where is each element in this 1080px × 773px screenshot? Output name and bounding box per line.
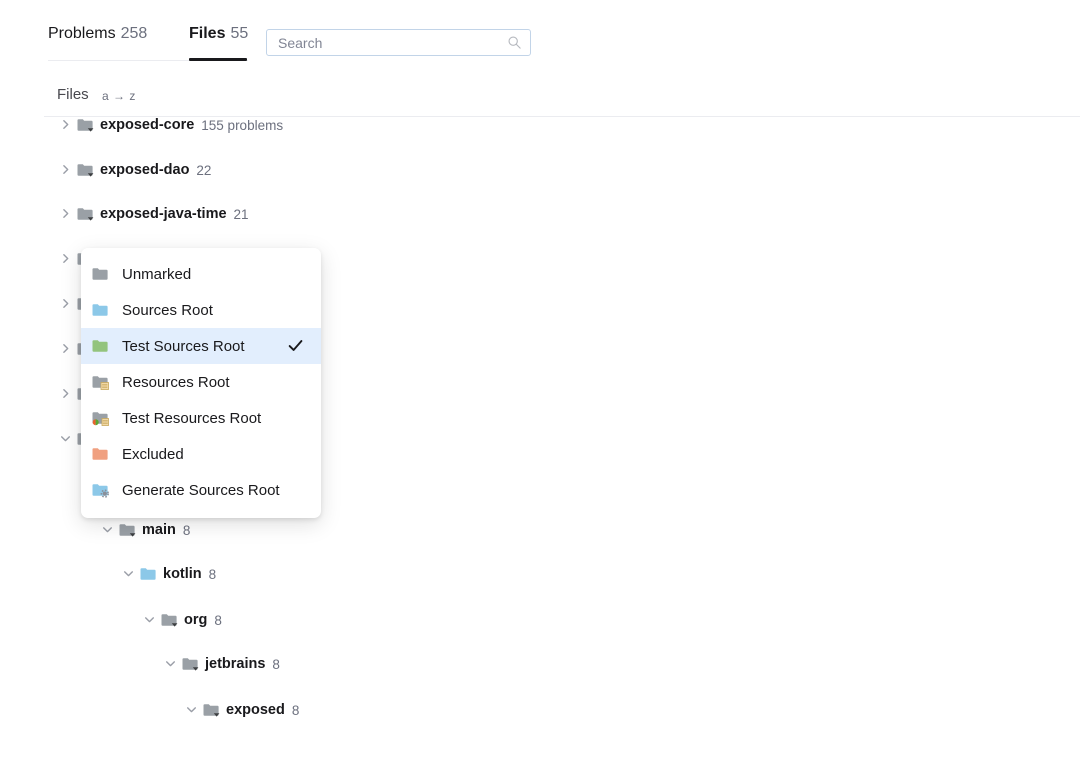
- tree-row-label: kotlin: [163, 566, 202, 582]
- search-icon: [507, 35, 522, 50]
- tree-row-count: 8: [209, 567, 217, 582]
- chevron-down-icon[interactable]: [101, 523, 114, 536]
- mark-directory-as-menu[interactable]: Unmarked Sources Root Test Sources Root Res…: [81, 248, 321, 518]
- menu-item-unmarked[interactable]: Unmarked: [81, 256, 321, 292]
- chevron-right-icon[interactable]: [59, 342, 72, 355]
- menu-item-label: Resources Root: [122, 374, 230, 391]
- check-icon: [287, 337, 304, 354]
- tree-row-label: jetbrains: [205, 656, 265, 672]
- tree-row[interactable]: main 8: [0, 515, 1080, 545]
- tab-files-label: Files: [189, 25, 225, 42]
- tree-row[interactable]: org 8: [0, 605, 1080, 635]
- tree-row-count: 8: [183, 523, 191, 538]
- test-sources-root-folder-icon: [91, 338, 111, 354]
- tree-row-label: org: [184, 612, 207, 628]
- module-folder-icon[interactable]: [76, 117, 95, 133]
- tree-row[interactable]: exposed 8: [0, 695, 1080, 725]
- test-resources-root-folder-icon: [91, 410, 111, 426]
- unmarked-folder-icon: [91, 266, 111, 282]
- module-folder-icon[interactable]: [202, 702, 221, 718]
- chevron-right-icon[interactable]: [59, 252, 72, 265]
- chevron-right-icon[interactable]: [59, 387, 72, 400]
- chevron-right-icon[interactable]: [59, 297, 72, 310]
- chevron-down-icon[interactable]: [164, 657, 177, 670]
- tab-problems-label: Problems: [48, 25, 116, 42]
- chevron-down-icon[interactable]: [185, 703, 198, 716]
- tree-row[interactable]: exposed-java-time 21: [0, 199, 1080, 229]
- module-folder-icon[interactable]: [76, 162, 95, 178]
- generate-sources-root-folder-icon: [91, 482, 111, 498]
- tree-row[interactable]: kotlin 8: [0, 559, 1080, 589]
- tab-bar: Problems 258 Files 55: [0, 0, 1080, 62]
- tree-row[interactable]: exposed-dao 22: [0, 155, 1080, 185]
- menu-item-label: Excluded: [122, 446, 184, 463]
- chevron-down-icon[interactable]: [59, 432, 72, 445]
- tab-problems[interactable]: Problems 258: [48, 24, 147, 44]
- chevron-right-icon[interactable]: [59, 118, 72, 131]
- tree-row-count: 155 problems: [201, 118, 283, 133]
- tab-files-count: 55: [230, 25, 248, 42]
- menu-item-label: Test Resources Root: [122, 410, 261, 427]
- tree-row-label: exposed-java-time: [100, 206, 227, 222]
- tree-row[interactable]: exposed-core 155 problems: [0, 110, 1080, 140]
- tree-row-label: exposed-dao: [100, 162, 189, 178]
- search-box[interactable]: [266, 29, 531, 56]
- tab-problems-count: 258: [121, 25, 148, 42]
- menu-item-label: Sources Root: [122, 302, 213, 319]
- menu-item-generate-sources-root[interactable]: Generate Sources Root: [81, 472, 321, 508]
- sources-folder-icon[interactable]: [139, 566, 158, 582]
- menu-item-label: Unmarked: [122, 266, 191, 283]
- menu-item-test-resources-root[interactable]: Test Resources Root: [81, 400, 321, 436]
- menu-item-test-sources-root[interactable]: Test Sources Root: [81, 328, 321, 364]
- chevron-right-icon[interactable]: [59, 163, 72, 176]
- menu-item-sources-root[interactable]: Sources Root: [81, 292, 321, 328]
- chevron-down-icon[interactable]: [143, 613, 156, 626]
- search-input[interactable]: [278, 30, 503, 55]
- sources-root-folder-icon: [91, 302, 111, 318]
- tree-row-count: 21: [234, 207, 249, 222]
- module-folder-icon[interactable]: [118, 522, 137, 538]
- chevron-down-icon[interactable]: [122, 567, 135, 580]
- sort-header-title: Files: [57, 86, 89, 103]
- module-folder-icon[interactable]: [181, 656, 200, 672]
- tree-row-label: main: [142, 522, 176, 538]
- module-folder-icon[interactable]: [76, 206, 95, 222]
- sort-order-label: a → z: [102, 89, 136, 103]
- tree-row-count: 8: [292, 703, 300, 718]
- tree-row-count: 22: [196, 163, 211, 178]
- menu-item-resources-root[interactable]: Resources Root: [81, 364, 321, 400]
- module-folder-icon[interactable]: [160, 612, 179, 628]
- excluded-folder-icon: [91, 446, 111, 462]
- files-panel: Problems 258 Files 55 Files a → z exposed-…: [0, 0, 1080, 773]
- tree-row-count: 8: [272, 657, 280, 672]
- tree-row-count: 8: [214, 613, 222, 628]
- tree-row-label: exposed-core: [100, 117, 194, 133]
- menu-item-label: Test Sources Root: [122, 338, 245, 355]
- tree-row-label: exposed: [226, 702, 285, 718]
- tab-files[interactable]: Files 55: [189, 24, 248, 44]
- resources-root-folder-icon: [91, 374, 111, 390]
- chevron-right-icon[interactable]: [59, 207, 72, 220]
- active-tab-indicator: [189, 58, 247, 61]
- menu-item-excluded[interactable]: Excluded: [81, 436, 321, 472]
- menu-item-label: Generate Sources Root: [122, 482, 280, 499]
- tree-row[interactable]: jetbrains 8: [0, 649, 1080, 679]
